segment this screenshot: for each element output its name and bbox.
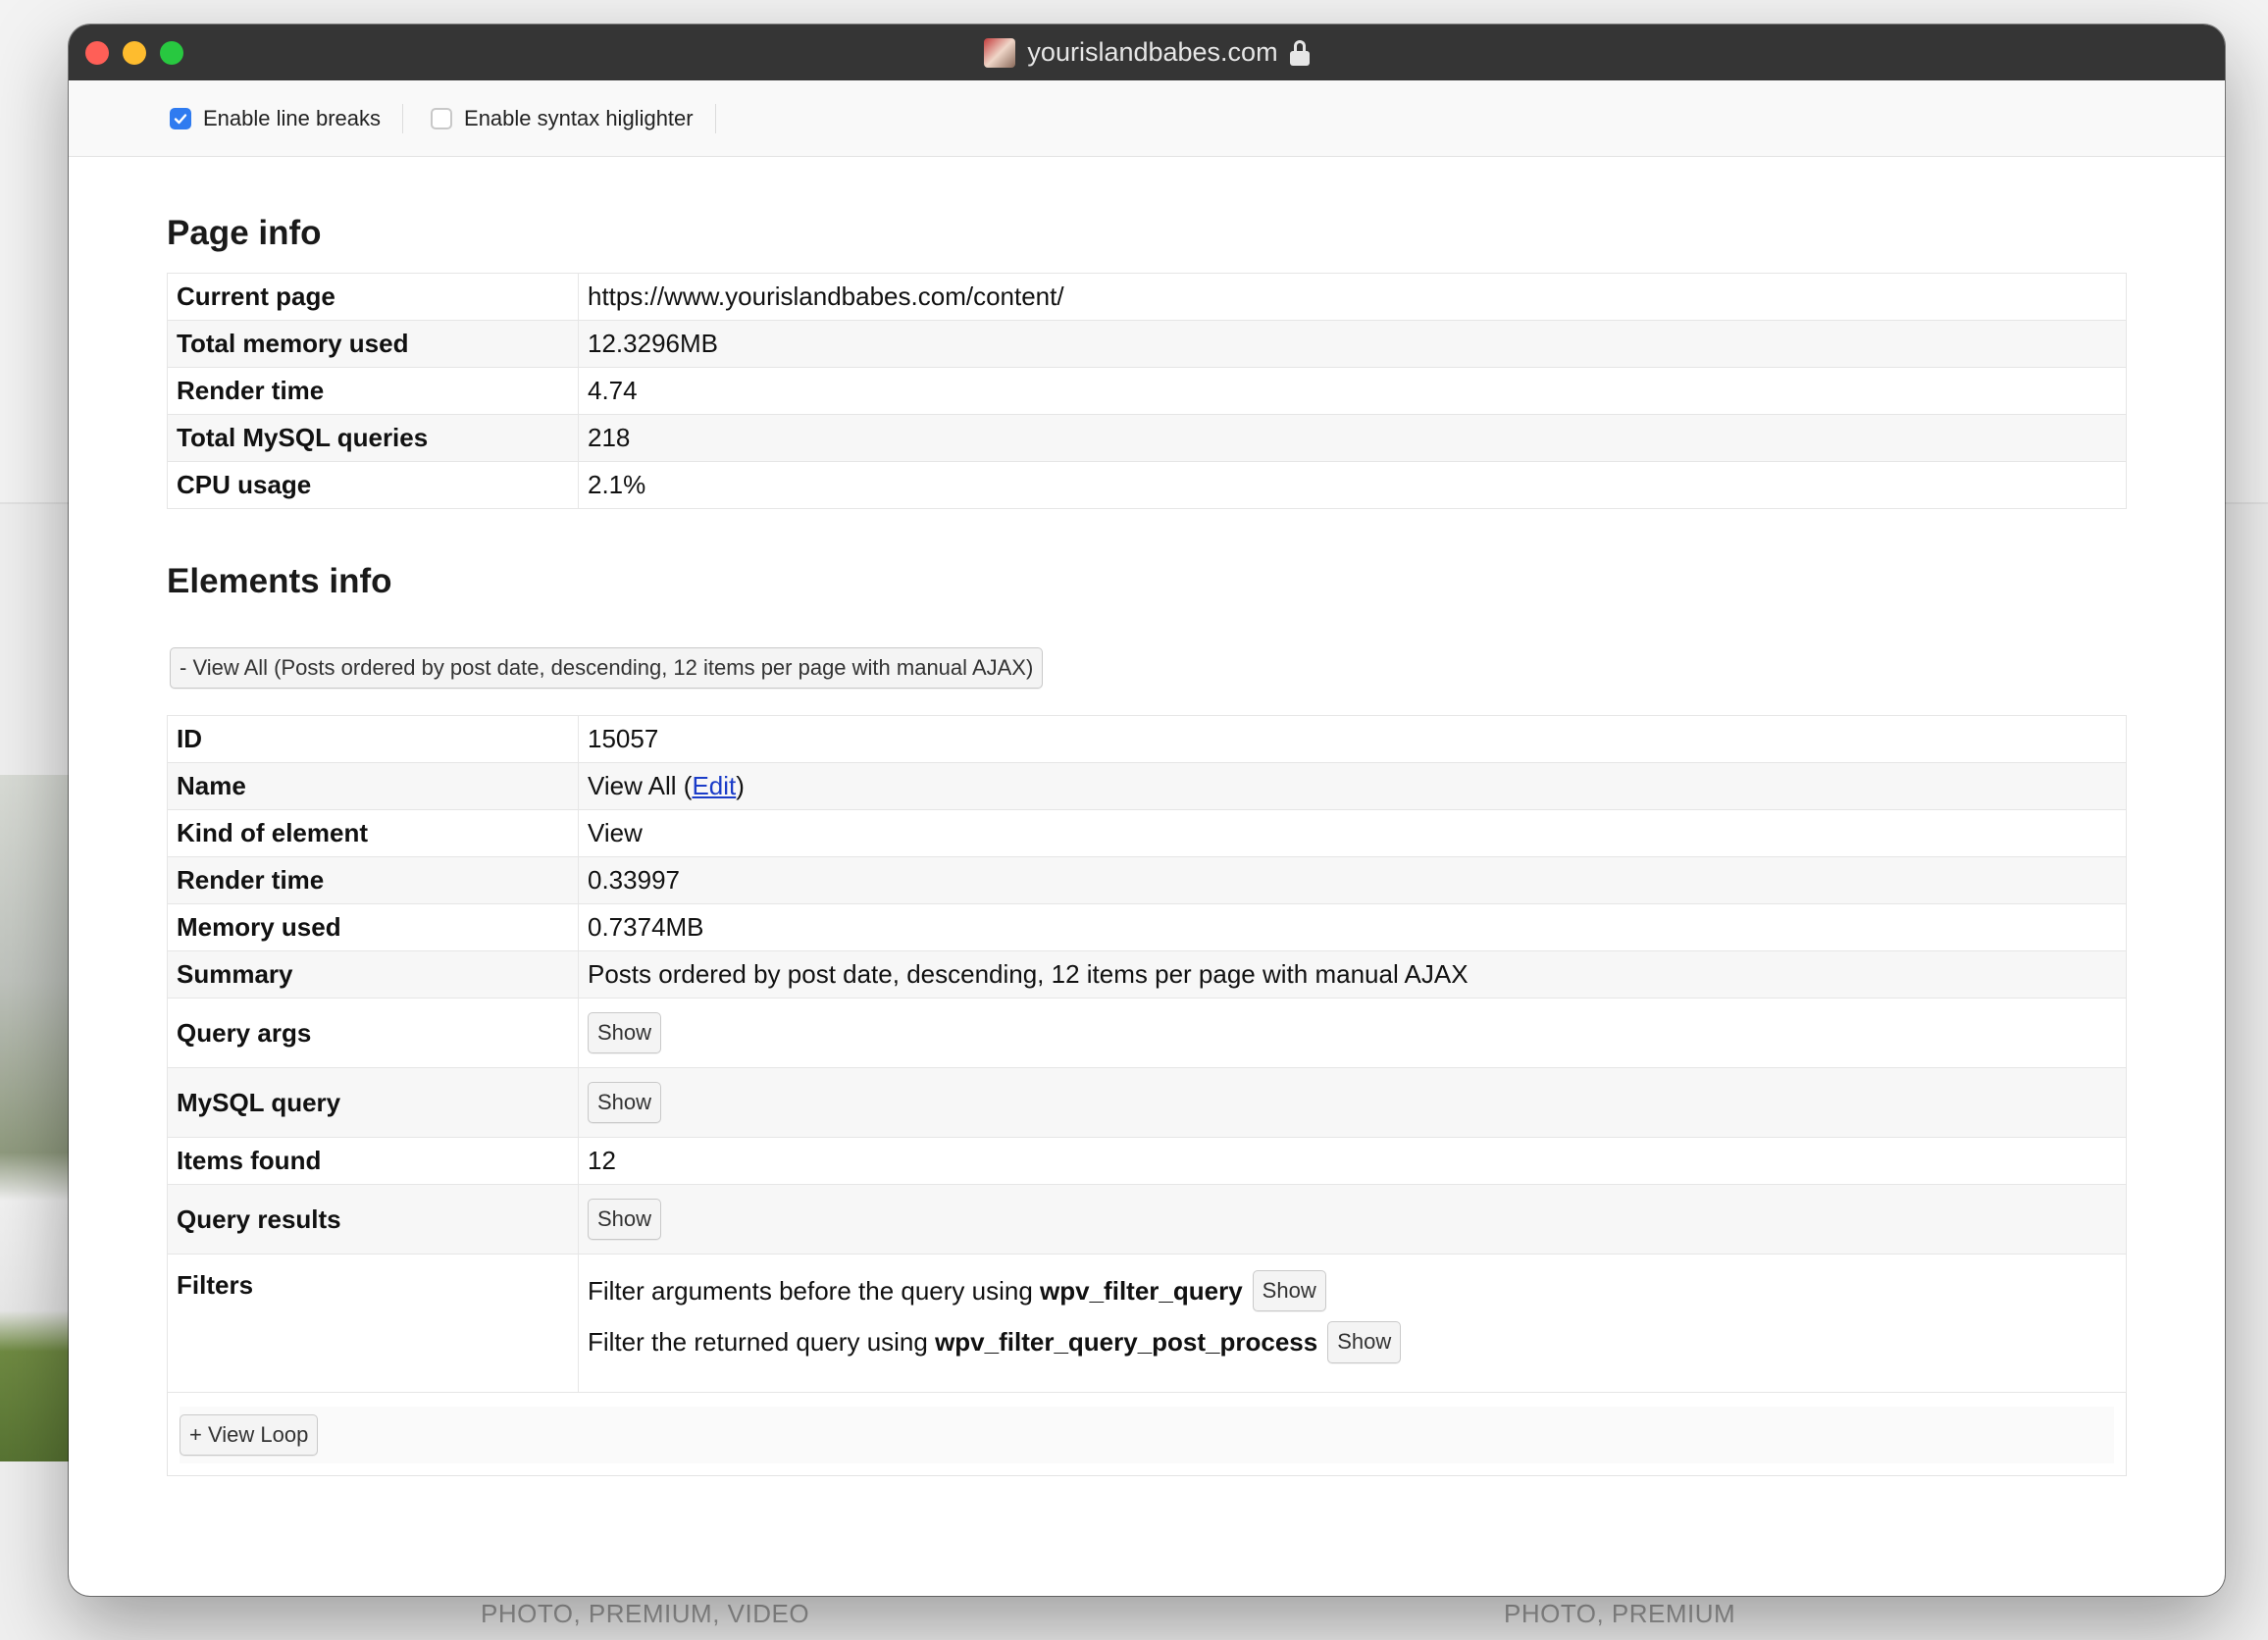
- view-loop-container: + View Loop: [167, 1393, 2127, 1477]
- filter-post-process-desc: Filter the returned query using: [588, 1326, 936, 1357]
- minimize-window-button[interactable]: [123, 41, 146, 65]
- table-row: Current page https://www.yourislandbabes…: [167, 273, 2127, 321]
- line-breaks-option[interactable]: Enable line breaks: [170, 103, 404, 133]
- close-window-button[interactable]: [85, 41, 109, 65]
- row-key: Items found: [167, 1137, 579, 1186]
- table-row: Memory used 0.7374MB: [167, 903, 2127, 952]
- element-summary-value: Posts ordered by post date, descending, …: [578, 950, 2127, 999]
- row-value: 4.74: [578, 367, 2127, 415]
- lock-icon: [1289, 39, 1310, 66]
- table-row: ID 15057: [167, 715, 2127, 764]
- elements-info-heading: Elements info: [167, 562, 392, 600]
- view-loop-inner: + View Loop: [180, 1407, 2114, 1464]
- query-results-cell: Show: [578, 1184, 2127, 1256]
- filters-cell: Filter arguments before the query using …: [578, 1254, 2127, 1394]
- mysql-query-show-button[interactable]: Show: [588, 1082, 662, 1124]
- background-caption-right: PHOTO, PREMIUM: [1504, 1599, 1736, 1628]
- row-value: 12.3296MB: [578, 320, 2127, 368]
- page-info-table: Current page https://www.yourislandbabes…: [167, 273, 2127, 509]
- table-row: MySQL query Show: [167, 1067, 2127, 1139]
- row-key: MySQL query: [167, 1067, 579, 1139]
- row-value: 218: [578, 414, 2127, 462]
- row-key: Render time: [167, 367, 579, 415]
- items-found-value: 12: [578, 1137, 2127, 1186]
- view-all-toggle-button[interactable]: - View All (Posts ordered by post date, …: [170, 647, 1044, 690]
- row-key: ID: [167, 715, 579, 764]
- window-title: yourislandbabes.com: [1027, 37, 1278, 67]
- row-key: Memory used: [167, 903, 579, 952]
- row-key: Filters: [167, 1254, 579, 1394]
- zoom-window-button[interactable]: [160, 41, 183, 65]
- filter-query-text: Filter arguments before the query using …: [588, 1276, 1243, 1307]
- element-memory-value: 0.7374MB: [578, 903, 2127, 952]
- syntax-highlighter-checkbox[interactable]: [431, 107, 453, 129]
- element-name-text: View All (: [588, 771, 693, 801]
- element-name-suffix: ): [736, 771, 745, 801]
- table-row: Render time 4.74: [167, 367, 2127, 415]
- debug-window: yourislandbabes.com Enable line breaks E…: [69, 25, 2225, 1596]
- row-key: Total memory used: [167, 320, 579, 368]
- table-row: Render time 0.33997: [167, 856, 2127, 905]
- options-toolbar: Enable line breaks Enable syntax higligh…: [69, 80, 2225, 157]
- mysql-query-cell: Show: [578, 1067, 2127, 1139]
- checkmark-icon: [174, 113, 187, 124]
- traffic-lights: [85, 41, 183, 65]
- query-args-cell: Show: [578, 998, 2127, 1069]
- row-key: Query args: [167, 998, 579, 1069]
- table-row: Total MySQL queries 218: [167, 414, 2127, 462]
- line-breaks-label: Enable line breaks: [203, 105, 382, 130]
- element-details-table: ID 15057 Name View All (Edit) Kind of el…: [167, 715, 2127, 1394]
- syntax-highlighter-option[interactable]: Enable syntax higlighter: [431, 103, 716, 133]
- row-key: Render time: [167, 856, 579, 905]
- edit-link[interactable]: Edit: [692, 771, 736, 800]
- view-loop-toggle-button[interactable]: + View Loop: [180, 1414, 319, 1457]
- background-caption-left: PHOTO, PREMIUM, VIDEO: [481, 1599, 810, 1628]
- table-row: Name View All (Edit): [167, 762, 2127, 811]
- table-row: Kind of element View: [167, 809, 2127, 858]
- row-key: Name: [167, 762, 579, 811]
- table-row: Total memory used 12.3296MB: [167, 320, 2127, 368]
- row-key: Summary: [167, 950, 579, 999]
- row-key: Current page: [167, 273, 579, 321]
- row-value: https://www.yourislandbabes.com/content/: [578, 273, 2127, 321]
- window-title-group: yourislandbabes.com: [984, 37, 1310, 68]
- filter-post-process-text: Filter the returned query using wpv_filt…: [588, 1327, 1317, 1358]
- table-row: Summary Posts ordered by post date, desc…: [167, 950, 2127, 999]
- table-row: Query args Show: [167, 998, 2127, 1069]
- row-key: Total MySQL queries: [167, 414, 579, 462]
- filter-post-process-show-button[interactable]: Show: [1327, 1321, 1402, 1363]
- row-key: Query results: [167, 1184, 579, 1256]
- filter-query-line: Filter arguments before the query using …: [588, 1270, 2117, 1312]
- filter-post-process-line: Filter the returned query using wpv_filt…: [588, 1321, 2117, 1363]
- query-results-show-button[interactable]: Show: [588, 1199, 662, 1241]
- element-name-value: View All (Edit): [578, 762, 2127, 811]
- filter-query-show-button[interactable]: Show: [1252, 1270, 1326, 1312]
- element-kind-value: View: [578, 809, 2127, 858]
- filter-post-process-hook: wpv_filter_query_post_process: [935, 1326, 1318, 1357]
- row-value: 2.1%: [578, 461, 2127, 509]
- query-args-show-button[interactable]: Show: [588, 1012, 662, 1054]
- filter-query-desc: Filter arguments before the query using: [588, 1275, 1041, 1306]
- table-row: Query results Show: [167, 1184, 2127, 1256]
- table-row: CPU usage 2.1%: [167, 461, 2127, 509]
- page-info-heading: Page info: [167, 214, 322, 252]
- filter-query-hook: wpv_filter_query: [1040, 1275, 1243, 1306]
- element-id-value: 15057: [578, 715, 2127, 764]
- row-key: CPU usage: [167, 461, 579, 509]
- site-favicon-icon: [984, 37, 1016, 68]
- row-key: Kind of element: [167, 809, 579, 858]
- syntax-highlighter-label: Enable syntax higlighter: [464, 105, 694, 130]
- line-breaks-checkbox[interactable]: [170, 107, 191, 129]
- debug-content: Page info Current page https://www.youri…: [69, 157, 2225, 1477]
- background-photo: [0, 775, 78, 1461]
- table-row: Items found 12: [167, 1137, 2127, 1186]
- table-row: Filters Filter arguments before the quer…: [167, 1254, 2127, 1394]
- element-render-time-value: 0.33997: [578, 856, 2127, 905]
- window-titlebar: yourislandbabes.com: [69, 25, 2225, 80]
